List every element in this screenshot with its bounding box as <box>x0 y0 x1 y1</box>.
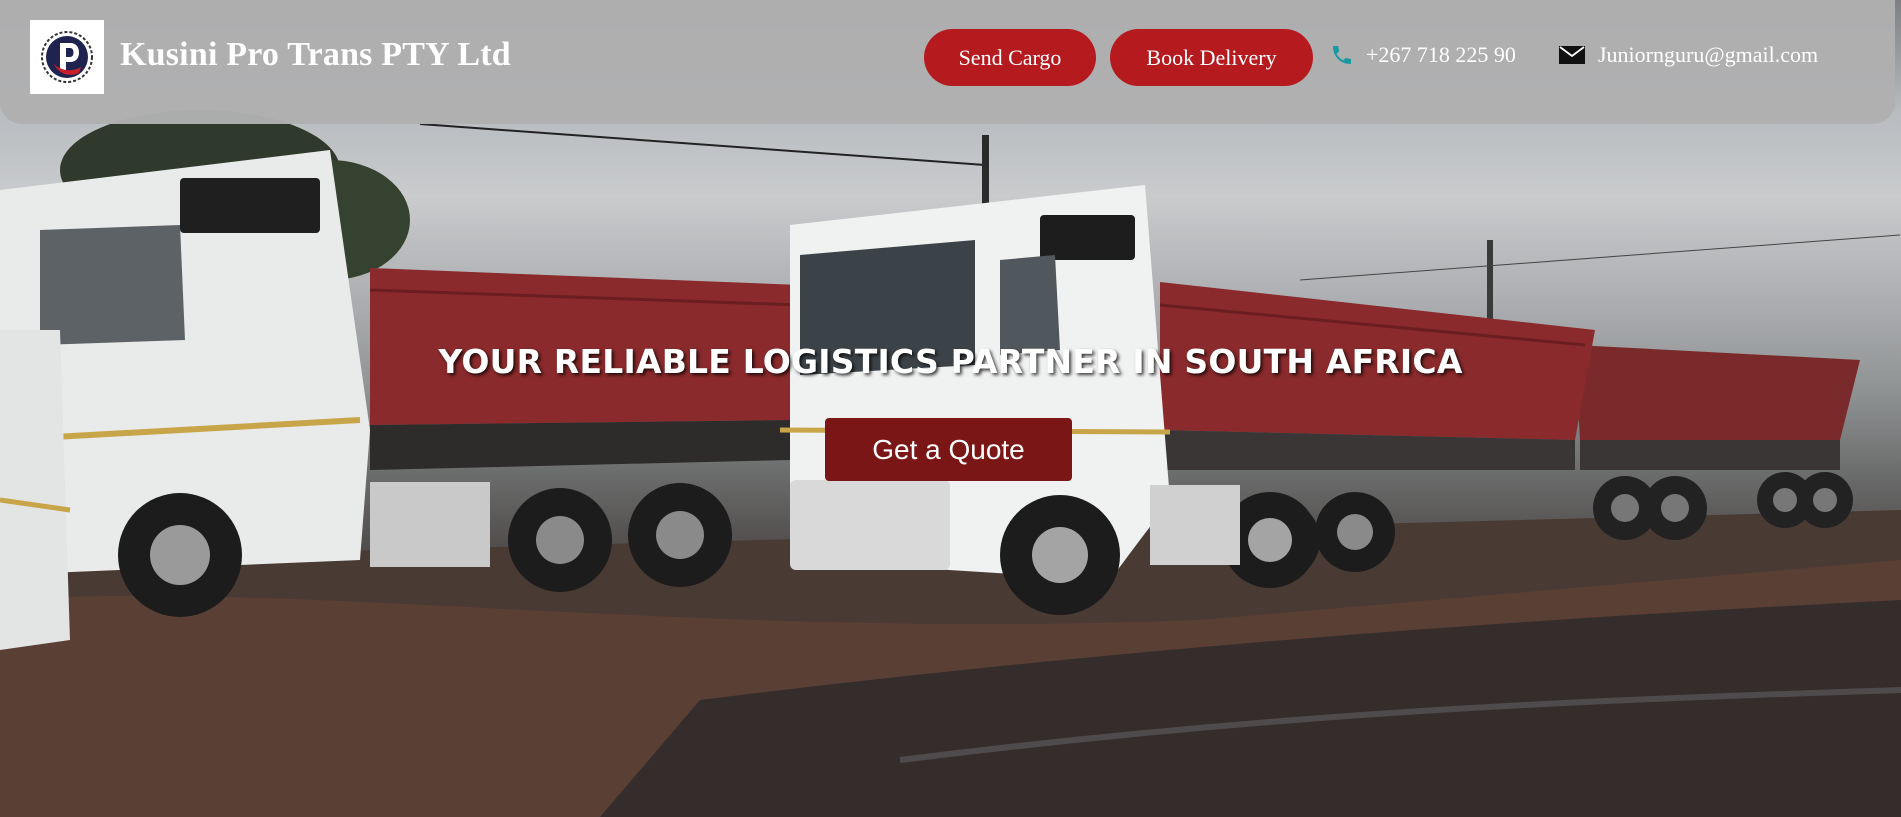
phone-number: +267 718 225 90 <box>1366 42 1516 67</box>
book-delivery-button[interactable]: Book Delivery <box>1110 29 1313 86</box>
hero-title: YOUR RELIABLE LOGISTICS PARTNER IN SOUTH… <box>438 342 1463 381</box>
get-quote-button[interactable]: Get a Quote <box>825 418 1072 481</box>
email-address: Juniornguru@gmail.com <box>1598 42 1819 67</box>
envelope-icon <box>1558 45 1586 65</box>
phone-contact[interactable]: +267 718 225 90 <box>1330 42 1516 68</box>
site-header: Kusini Pro Trans PTY Ltd Send Cargo Book… <box>0 0 1895 124</box>
logo[interactable] <box>30 20 104 94</box>
brand-name[interactable]: Kusini Pro Trans PTY Ltd <box>120 36 511 74</box>
send-cargo-button[interactable]: Send Cargo <box>924 29 1096 86</box>
p-letter-logo-icon <box>41 31 93 83</box>
phone-icon <box>1330 43 1354 67</box>
email-contact[interactable]: Juniornguru@gmail.com <box>1558 42 1818 68</box>
